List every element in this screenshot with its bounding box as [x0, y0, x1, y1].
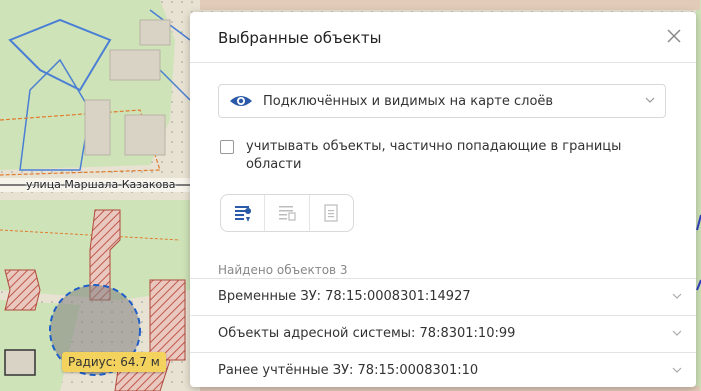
found-count-text: Найдено объектов 3	[218, 263, 348, 277]
layer-select-value: Подключённых и видимых на карте слоёв	[263, 94, 554, 109]
panel-title: Выбранные объекты	[218, 29, 382, 47]
view-mode-list-bracket-button[interactable]	[265, 195, 310, 231]
view-mode-document-button[interactable]	[310, 195, 353, 231]
results-list: Временные ЗУ: 78:15:0008301:14927 Объект…	[190, 278, 696, 387]
chevron-down-icon	[672, 293, 682, 299]
result-row[interactable]: Ранее учтённые ЗУ: 78:15:0008301:10	[190, 352, 696, 387]
result-label: Временные ЗУ: 78:15:0008301:14927	[218, 289, 471, 304]
list-marker-icon	[234, 206, 251, 222]
panel-header: Выбранные объекты	[190, 12, 696, 63]
layer-select-dropdown[interactable]: Подключённых и видимых на карте слоёв	[218, 84, 666, 118]
partial-objects-checkbox[interactable]	[220, 140, 234, 154]
chevron-down-icon	[672, 367, 682, 373]
partial-objects-label: учитывать объекты, частично попадающие в…	[246, 139, 622, 172]
close-button[interactable]	[664, 26, 684, 46]
document-icon	[324, 204, 338, 222]
result-label: Объекты адресной системы: 78:8301:10:99	[218, 326, 516, 341]
view-mode-group	[220, 194, 354, 232]
close-icon	[667, 29, 681, 43]
radius-badge: Радиус: 64.7 м	[62, 352, 166, 372]
chevron-down-icon	[645, 97, 655, 103]
selected-objects-panel: Выбранные объекты Подключённых и видимых…	[190, 12, 696, 387]
result-row[interactable]: Временные ЗУ: 78:15:0008301:14927	[190, 278, 696, 315]
result-label: Ранее учтённые ЗУ: 78:15:0008301:10	[218, 363, 479, 378]
chevron-down-icon	[672, 330, 682, 336]
view-mode-list-marker-button[interactable]	[221, 195, 266, 231]
partial-objects-option[interactable]: учитывать объекты, частично попадающие в…	[220, 138, 660, 174]
street-label: улица Маршала Казакова	[26, 178, 176, 191]
eye-icon	[230, 96, 252, 106]
result-row[interactable]: Объекты адресной системы: 78:8301:10:99	[190, 315, 696, 352]
list-bracket-icon	[278, 206, 296, 221]
